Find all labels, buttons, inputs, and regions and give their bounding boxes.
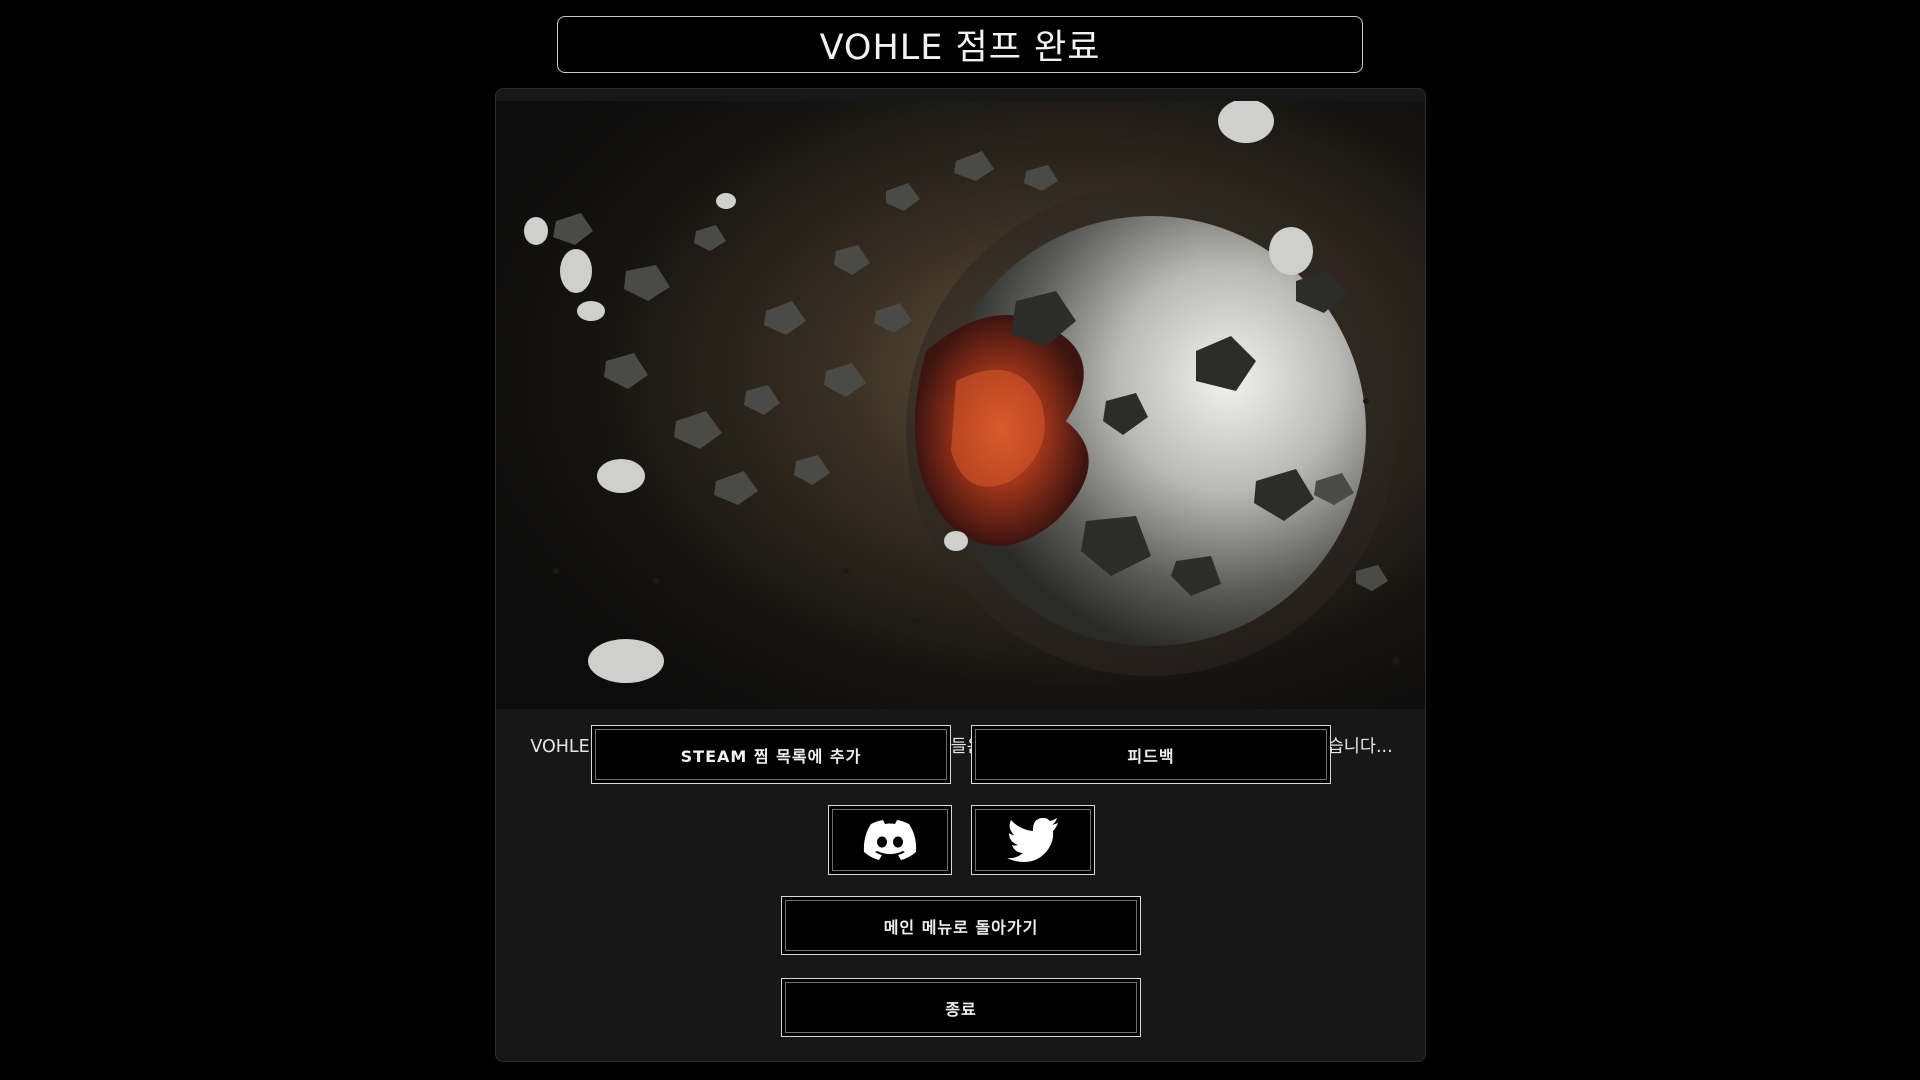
jump-complete-dialog: VOHLE 엔진의 성공적인 첫 테스트를 축하드립니다. 선원들은 자신감 넘… <box>495 88 1426 1062</box>
discord-icon <box>863 820 917 860</box>
add-to-steam-wishlist-label: STEAM 찜 목록에 추가 <box>680 746 862 766</box>
twitter-icon <box>1007 818 1058 862</box>
jump-complete-title: VOHLE 점프 완료 <box>557 16 1363 73</box>
twitter-button[interactable] <box>971 805 1095 875</box>
feedback-button[interactable]: 피드백 <box>971 725 1331 784</box>
return-to-main-menu-label: 메인 메뉴로 돌아가기 <box>883 917 1039 937</box>
quit-button[interactable]: 종료 <box>781 978 1141 1037</box>
return-to-main-menu-button[interactable]: 메인 메뉴로 돌아가기 <box>781 896 1141 955</box>
exploding-planet-illustration <box>496 101 1425 709</box>
discord-button[interactable] <box>828 805 952 875</box>
feedback-label: 피드백 <box>1127 746 1175 766</box>
quit-label: 종료 <box>945 999 977 1019</box>
add-to-steam-wishlist-button[interactable]: STEAM 찜 목록에 추가 <box>591 725 951 784</box>
